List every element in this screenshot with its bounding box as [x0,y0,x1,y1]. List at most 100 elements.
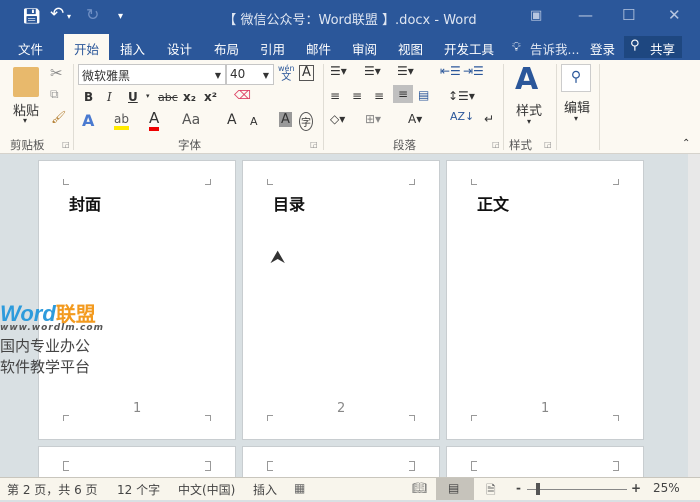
separator [503,64,504,150]
paste-dropdown-icon[interactable]: ▾ [23,116,27,125]
web-layout-icon[interactable]: 🗎︎ [486,481,496,502]
superscript-button[interactable]: x² [204,90,217,104]
multilevel-list-icon[interactable]: ☰▾ [397,64,414,78]
align-right-icon[interactable]: ≡ [374,89,384,103]
window-title: 【 微信公众号：Word联盟 】.docx - Word [223,13,477,28]
format-painter-icon[interactable]: 🖌︎ [51,110,66,124]
char-shading-button[interactable]: A [279,112,292,127]
cut-icon[interactable]: ✂ [50,64,63,82]
font-color-button[interactable]: A [149,109,160,131]
page-3[interactable]: 正文 1 [446,160,644,440]
underline-button[interactable]: U [128,90,138,104]
sort-icon[interactable]: AZ↓ [450,110,474,123]
insert-mode[interactable]: 插入 [253,481,277,498]
sign-in-link[interactable]: 登录 [590,39,615,58]
watermark-logo: Word联盟 www.wordlm.com 国内专业办公 软件教学平台 [0,301,104,376]
tab-home[interactable]: 开始 [64,34,110,60]
bold-button[interactable]: B [84,90,93,104]
clear-formatting-icon[interactable]: ⌫ [234,88,251,102]
distributed-icon[interactable]: ▤ [418,88,429,102]
tab-view[interactable]: 视图 [398,39,423,58]
paste-icon[interactable] [13,67,39,97]
page-title: 封面 [69,195,102,214]
lightbulb-icon: 💡︎ [512,39,521,54]
subscript-button[interactable]: x₂ [183,90,196,104]
editing-dropdown-icon[interactable]: ▾ [574,114,578,123]
tell-me-input[interactable]: 告诉我... [530,39,579,58]
crop-mark [63,461,69,467]
crop-mark [613,415,619,421]
styles-launcher-icon[interactable]: ◲ [544,140,552,149]
show-marks-icon[interactable]: ↵ [484,112,494,126]
crop-mark [267,415,273,421]
zoom-slider[interactable] [527,489,627,490]
increase-indent-icon[interactable]: ⇥☰ [463,64,484,78]
zoom-out-button[interactable]: - [516,481,521,495]
print-layout-button[interactable]: ▤ [436,478,474,500]
borders-icon[interactable]: ⊞▾ [365,112,381,126]
asian-layout-icon[interactable]: A▾ [408,112,422,126]
numbering-icon[interactable]: ☰▾ [364,64,381,78]
tab-references[interactable]: 引用 [260,39,285,58]
shrink-font-button[interactable]: A [250,115,258,128]
crop-mark [267,461,273,467]
enclose-char-button[interactable]: 字 [299,112,313,131]
page-count[interactable]: 第 2 页，共 6 页 [7,481,98,498]
macro-icon[interactable]: ▦ [294,481,305,495]
crop-mark [205,179,211,185]
separator [323,64,324,150]
line-spacing-icon[interactable]: ↕☰▾ [448,89,475,103]
minimize-button[interactable]: — [578,6,593,24]
tab-design[interactable]: 设计 [167,39,192,58]
strikethrough-button[interactable]: abc [158,91,178,104]
highlight-icon[interactable]: ab [114,112,129,130]
copy-icon[interactable]: ⧉ [50,87,59,102]
text-effects-button[interactable]: A [82,111,94,130]
print-layout-icon: ▤ [448,481,460,495]
align-center-icon[interactable]: ≡ [352,89,362,103]
underline-dropdown-icon[interactable]: ▾ [146,92,150,100]
align-left-icon[interactable]: ≡ [330,89,340,103]
decrease-indent-icon[interactable]: ⇤☰ [440,64,461,78]
italic-button[interactable]: I [107,90,112,104]
vertical-scrollbar[interactable] [688,154,700,477]
tab-developer[interactable]: 开发工具 [444,39,494,58]
tab-insert[interactable]: 插入 [120,39,145,58]
zoom-slider-thumb[interactable] [536,483,540,495]
bullets-icon[interactable]: ☰▾ [330,64,347,78]
zoom-in-button[interactable]: + [631,481,641,495]
share-button[interactable]: ⚲ 共享 [624,36,682,58]
grow-font-button[interactable]: A [227,112,237,128]
justify-icon[interactable]: ≡ [393,85,414,103]
tab-mailings[interactable]: 邮件 [306,39,331,58]
ribbon-display-icon[interactable]: ▣ [530,8,542,23]
find-icon[interactable]: ⚲ [561,64,591,92]
page-number: 2 [337,401,346,416]
zoom-level[interactable]: 25% [653,481,680,495]
shading-icon[interactable]: ◇▾ [330,112,345,126]
char-border-icon[interactable]: A [299,65,314,81]
read-mode-icon[interactable]: 📖︎ [412,481,427,495]
crop-mark [613,461,619,467]
styles-icon[interactable]: A [515,62,538,97]
maximize-button[interactable]: ☐ [622,6,635,24]
clipboard-launcher-icon[interactable]: ◲ [62,140,70,149]
chevron-down-icon: ▼ [262,71,269,80]
change-case-button[interactable]: Aa [182,112,200,128]
font-launcher-icon[interactable]: ◲ [310,140,318,149]
styles-dropdown-icon[interactable]: ▾ [527,117,531,126]
font-name-select[interactable]: 微软雅黑 ▼ [78,64,226,85]
crop-mark [63,415,69,421]
styles-group-label: 样式 [509,138,532,152]
language[interactable]: 中文(中国) [178,481,235,498]
tab-review[interactable]: 审阅 [352,39,377,58]
font-size-select[interactable]: 40 ▼ [226,64,274,85]
phonetic-guide-icon[interactable]: wén 文 [278,64,295,83]
word-count[interactable]: 12 个字 [117,481,160,498]
tab-file[interactable]: 文件 [18,39,43,58]
page-2[interactable]: 目录 2 ⮝ [242,160,440,440]
tab-layout[interactable]: 布局 [214,39,239,58]
paragraph-launcher-icon[interactable]: ◲ [492,140,500,149]
close-button[interactable]: ✕ [668,6,681,24]
collapse-ribbon-icon[interactable]: ⌃ [682,138,690,149]
